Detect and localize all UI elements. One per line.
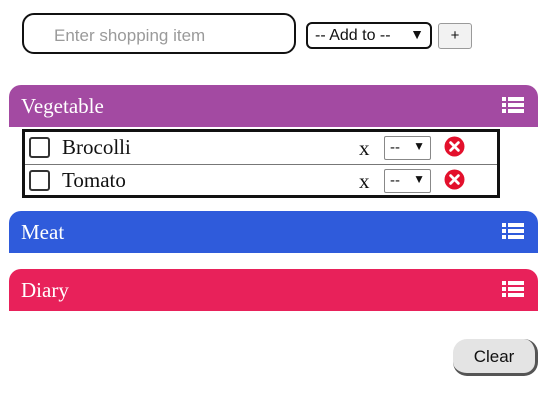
remove-circle-icon[interactable] [444,136,465,157]
quantity-select[interactable]: -- ▼ [384,169,431,193]
category-title: Meat [21,220,65,244]
add-to-select-value: -- Add to -- [315,27,391,44]
vegetable-item-list: Brocolli x -- ▼ Tomato x -- ▼ [22,129,500,198]
item-checkbox[interactable] [29,170,50,191]
item-name: Tomato [62,168,126,192]
list-icon[interactable] [502,281,524,298]
quantity-value: -- [390,139,400,156]
list-icon[interactable] [502,97,524,114]
add-to-category-select[interactable]: -- Add to -- ▼ [306,22,432,49]
quantity-x-label: x [359,169,370,193]
category-title: Vegetable [21,94,104,118]
quantity-select[interactable]: -- ▼ [384,136,431,160]
list-item: Tomato x -- ▼ [25,165,497,197]
add-item-button[interactable]: + [438,23,472,49]
category-header-diary[interactable]: Diary [9,269,538,311]
quantity-value: -- [390,172,400,189]
item-name: Brocolli [62,135,131,159]
shopping-item-input-wrapper [22,13,296,54]
category-header-vegetable[interactable]: Vegetable [9,85,538,127]
caret-down-icon: ▼ [413,172,425,186]
item-checkbox[interactable] [29,137,50,158]
caret-down-icon: ▼ [413,139,425,153]
category-header-meat[interactable]: Meat [9,211,538,253]
remove-circle-icon[interactable] [444,169,465,190]
caret-down-icon: ▼ [410,26,424,42]
list-item: Brocolli x -- ▼ [25,132,497,165]
list-icon[interactable] [502,223,524,240]
quantity-x-label: x [359,136,370,160]
clear-button[interactable]: Clear [453,339,538,376]
category-title: Diary [21,278,69,302]
shopping-item-input[interactable] [52,25,286,47]
